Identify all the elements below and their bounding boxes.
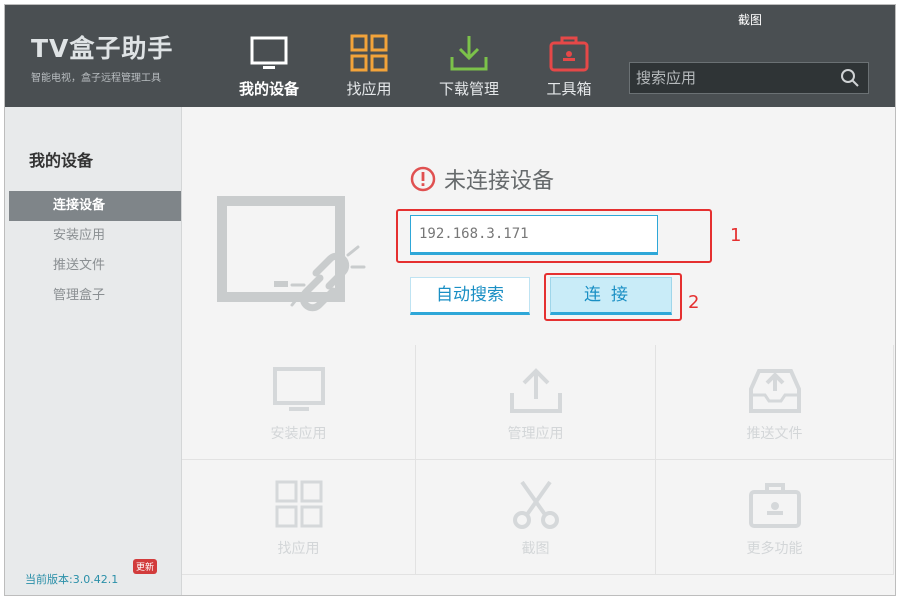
inbox-icon (748, 369, 801, 413)
sidebar: 我的设备 连接设备 安装应用 推送文件 管理盒子 当前版本:3.0.42.1 更… (5, 107, 182, 595)
nav-label: 我的设备 (238, 80, 299, 98)
sidebar-item-install-app[interactable]: 安装应用 (9, 221, 181, 251)
feature-label: 更多功能 (746, 541, 803, 557)
annotation-number-1: 1 (730, 225, 742, 246)
feature-label: 推送文件 (746, 426, 803, 442)
screenshot-label[interactable]: 截图 (738, 11, 762, 28)
nav-label: 找应用 (346, 80, 392, 98)
monitor-icon (272, 367, 325, 411)
warning-icon (410, 166, 436, 192)
search-input[interactable] (630, 63, 842, 93)
feature-label: 找应用 (277, 541, 320, 557)
logo: TV盒子助手 智能电视，盒子远程管理工具 (31, 29, 173, 84)
nav-find-apps[interactable]: 找应用 (319, 5, 419, 107)
search-icon[interactable] (840, 68, 860, 88)
feature-install-app[interactable]: 安装应用 (182, 345, 416, 460)
tv-icon (250, 36, 288, 69)
top-nav: 我的设备 找应用 下载管理 工具箱 (219, 5, 619, 107)
main-panel: 未连接设备 自动搜索 连接 1 2 安装应用 管理应用 (182, 107, 895, 595)
sidebar-item-manage-box[interactable]: 管理盒子 (9, 281, 181, 311)
search-box (629, 62, 869, 94)
feature-more[interactable]: 更多功能 (656, 460, 894, 575)
feature-label: 截图 (521, 541, 550, 557)
grid-icon (350, 34, 388, 72)
nav-download-manager[interactable]: 下载管理 (419, 5, 519, 107)
sidebar-title: 我的设备 (29, 151, 94, 170)
status-text: 未连接设备 (444, 169, 555, 194)
toolbox-icon (748, 483, 801, 528)
annotation-number-2: 2 (688, 292, 700, 313)
feature-screenshot[interactable]: 截图 (416, 460, 656, 575)
nav-label: 工具箱 (546, 80, 592, 98)
feature-manage-app[interactable]: 管理应用 (416, 345, 656, 460)
annotation-box-1 (396, 209, 712, 263)
download-icon (450, 36, 488, 71)
header-bar: TV盒子助手 智能电视，盒子远程管理工具 我的设备 找应用 下载管理 工具箱 截… (5, 5, 895, 107)
nav-label: 下载管理 (438, 80, 499, 98)
nav-my-devices[interactable]: 我的设备 (219, 5, 319, 107)
version-text: 当前版本:3.0.42.1 (25, 573, 119, 586)
update-badge[interactable]: 更新 (133, 559, 158, 574)
feature-find-apps[interactable]: 找应用 (182, 460, 416, 575)
annotation-box-2 (544, 273, 682, 321)
sidebar-item-connect-device[interactable]: 连接设备 (9, 191, 181, 221)
logo-subtitle: 智能电视，盒子远程管理工具 (31, 73, 161, 84)
scissors-icon (512, 480, 559, 529)
feature-grid: 安装应用 管理应用 推送文件 找应用 截图 更多功能 (182, 345, 894, 575)
auto-search-button[interactable]: 自动搜索 (410, 277, 530, 315)
disconnected-tv-icon (217, 196, 366, 312)
connection-status: 未连接设备 (410, 163, 554, 195)
sidebar-item-push-file[interactable]: 推送文件 (9, 251, 181, 281)
grid-icon (275, 480, 322, 528)
feature-push-file[interactable]: 推送文件 (656, 345, 894, 460)
logo-title: TV盒子助手 (31, 34, 174, 63)
feature-label: 管理应用 (507, 426, 564, 442)
app-window: TV盒子助手 智能电视，盒子远程管理工具 我的设备 找应用 下载管理 工具箱 截… (4, 4, 896, 596)
feature-label: 安装应用 (270, 426, 327, 442)
nav-toolbox[interactable]: 工具箱 (519, 5, 619, 107)
upload-icon (509, 368, 562, 413)
toolbox-icon (549, 36, 589, 72)
